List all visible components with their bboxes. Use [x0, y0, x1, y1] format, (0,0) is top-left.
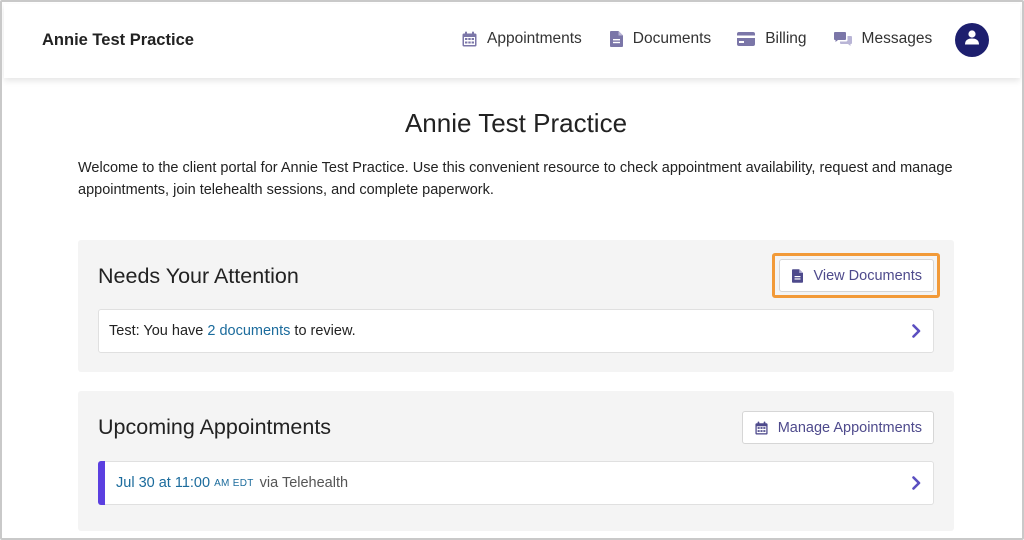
view-documents-label: View Documents [813, 267, 922, 284]
calendar-icon [755, 421, 778, 435]
manage-appointments-label: Manage Appointments [777, 419, 922, 436]
nav-documents-label: Documents [632, 30, 712, 47]
documents-review-row[interactable]: Test: You have 2 documents to review. [98, 309, 934, 353]
upcoming-appointments-card: Upcoming Appointments Manage Appointment… [78, 391, 954, 531]
page-title: Annie Test Practice [404, 108, 628, 138]
nav-appointments[interactable]: Appointments [462, 30, 582, 48]
credit-card-icon [737, 32, 765, 46]
needs-attention-card: Needs Your Attention View Documents Test… [78, 240, 954, 372]
nav-billing[interactable]: Billing [737, 30, 807, 48]
welcome-text: Welcome to the client portal for Annie T… [78, 160, 953, 198]
view-documents-button[interactable]: View Documents [779, 259, 934, 292]
chat-bubbles-icon [833, 31, 862, 47]
user-icon [965, 30, 979, 50]
nav-billing-label: Billing [765, 30, 807, 47]
nav-appointments-label: Appointments [487, 30, 582, 47]
nav-documents[interactable]: Documents [609, 30, 712, 48]
appointment-row[interactable]: Jul 30 at 11:00 AM EDT via Telehealth [98, 461, 934, 505]
nav-messages-label: Messages [861, 30, 933, 47]
nav-messages[interactable]: Messages [833, 30, 933, 48]
needs-attention-title: Needs Your Attention [98, 264, 299, 288]
calendar-icon [462, 31, 487, 47]
chevron-right-icon [912, 324, 921, 342]
document-icon [792, 268, 813, 283]
upcoming-appointments-title: Upcoming Appointments [98, 415, 332, 439]
practice-brand[interactable]: Annie Test Practice [42, 31, 194, 50]
top-navigation-bar: Annie Test Practice Appointments Documen… [4, 4, 1020, 78]
document-icon [609, 31, 633, 47]
appointment-date-time: Jul 30 at 11:00 [116, 475, 211, 491]
manage-appointments-button[interactable]: Manage Appointments [741, 411, 934, 444]
user-avatar-button[interactable] [955, 23, 989, 57]
review-prefix: Test: You have [109, 323, 208, 339]
review-suffix: to review. [290, 323, 356, 339]
portal-window: Annie Test Practice Appointments Documen… [0, 0, 1024, 540]
documents-link[interactable]: 2 documents [207, 323, 290, 339]
main-nav: Appointments Documents Billing Messages [462, 30, 932, 48]
appointment-meridiem-timezone: AM EDT [214, 477, 254, 489]
appointment-location: via Telehealth [259, 475, 349, 491]
chevron-right-icon [912, 476, 921, 494]
